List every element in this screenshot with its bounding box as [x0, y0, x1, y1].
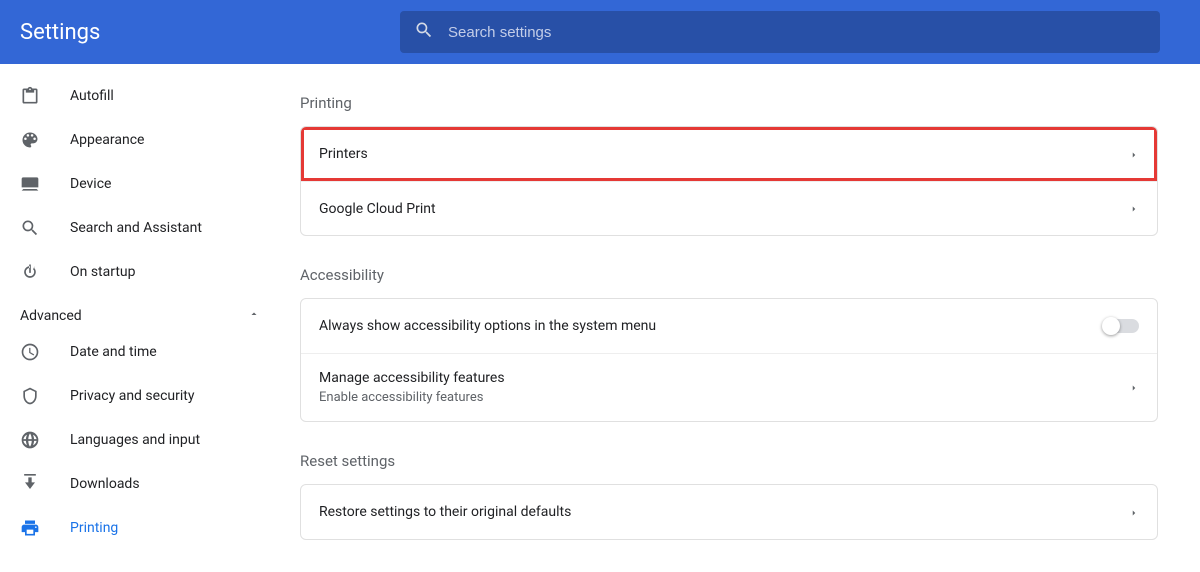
- search-box[interactable]: [400, 11, 1160, 53]
- row-label: Restore settings to their original defau…: [319, 504, 571, 520]
- sidebar-item-on-startup[interactable]: On startup: [0, 250, 280, 294]
- chevron-right-icon: [1129, 199, 1139, 218]
- row-accessibility-toggle[interactable]: Always show accessibility options in the…: [301, 299, 1157, 353]
- magnify-icon: [20, 218, 40, 238]
- sidebar-item-label: Languages and input: [70, 432, 200, 448]
- search-wrap: [400, 11, 1160, 53]
- sidebar-item-label: On startup: [70, 264, 136, 280]
- sidebar-item-label: Device: [70, 176, 111, 192]
- section-title-accessibility: Accessibility: [300, 266, 1158, 284]
- section-title-reset: Reset settings: [300, 452, 1158, 470]
- sidebar-item-downloads[interactable]: Downloads: [0, 462, 280, 506]
- sidebar-advanced-toggle[interactable]: Advanced: [0, 294, 280, 330]
- sidebar-item-date-time[interactable]: Date and time: [0, 330, 280, 374]
- globe-icon: [20, 430, 40, 450]
- search-icon: [414, 20, 434, 44]
- clipboard-icon: [20, 86, 40, 106]
- download-icon: [20, 474, 40, 494]
- row-manage-accessibility[interactable]: Manage accessibility features Enable acc…: [301, 353, 1157, 421]
- sidebar-item-label: Downloads: [70, 476, 140, 492]
- row-label: Google Cloud Print: [319, 201, 436, 217]
- chevron-right-icon: [1129, 145, 1139, 164]
- row-label: Always show accessibility options in the…: [319, 318, 656, 334]
- sidebar: Autofill Appearance Device Search and As…: [0, 64, 280, 572]
- toggle-knob: [1102, 317, 1120, 335]
- sidebar-item-printing[interactable]: Printing: [0, 506, 280, 550]
- row-printers[interactable]: Printers: [301, 127, 1157, 181]
- advanced-label: Advanced: [20, 308, 82, 324]
- card-accessibility: Always show accessibility options in the…: [300, 298, 1158, 422]
- card-reset: Restore settings to their original defau…: [300, 484, 1158, 540]
- sidebar-item-label: Date and time: [70, 344, 157, 360]
- sidebar-item-languages-input[interactable]: Languages and input: [0, 418, 280, 462]
- chevron-up-icon: [248, 308, 260, 324]
- row-text-group: Manage accessibility features Enable acc…: [319, 370, 505, 405]
- sidebar-item-label: Autofill: [70, 88, 114, 104]
- sidebar-item-label: Privacy and security: [70, 388, 194, 404]
- printer-icon: [20, 518, 40, 538]
- sidebar-item-appearance[interactable]: Appearance: [0, 118, 280, 162]
- row-label: Manage accessibility features: [319, 370, 505, 386]
- section-title-printing: Printing: [300, 94, 1158, 112]
- chevron-right-icon: [1129, 378, 1139, 397]
- sidebar-item-device[interactable]: Device: [0, 162, 280, 206]
- sidebar-item-label: Search and Assistant: [70, 220, 202, 236]
- sidebar-item-autofill[interactable]: Autofill: [0, 74, 280, 118]
- chevron-right-icon: [1129, 503, 1139, 522]
- card-printing: Printers Google Cloud Print: [300, 126, 1158, 236]
- row-sublabel: Enable accessibility features: [319, 390, 505, 405]
- content-area: Printing Printers Google Cloud Print Acc…: [280, 64, 1200, 572]
- toggle-accessibility-menu[interactable]: [1103, 319, 1139, 333]
- app-title: Settings: [20, 20, 400, 45]
- main-container: Autofill Appearance Device Search and As…: [0, 64, 1200, 572]
- laptop-icon: [20, 174, 40, 194]
- shield-icon: [20, 386, 40, 406]
- palette-icon: [20, 130, 40, 150]
- sidebar-item-privacy-security[interactable]: Privacy and security: [0, 374, 280, 418]
- app-header: Settings: [0, 0, 1200, 64]
- sidebar-item-label: Printing: [70, 520, 118, 536]
- clock-icon: [20, 342, 40, 362]
- power-icon: [20, 262, 40, 282]
- row-restore-defaults[interactable]: Restore settings to their original defau…: [301, 485, 1157, 539]
- search-input[interactable]: [448, 24, 1146, 41]
- sidebar-item-search-assistant[interactable]: Search and Assistant: [0, 206, 280, 250]
- row-google-cloud-print[interactable]: Google Cloud Print: [301, 181, 1157, 235]
- row-label: Printers: [319, 146, 368, 162]
- sidebar-item-label: Appearance: [70, 132, 144, 148]
